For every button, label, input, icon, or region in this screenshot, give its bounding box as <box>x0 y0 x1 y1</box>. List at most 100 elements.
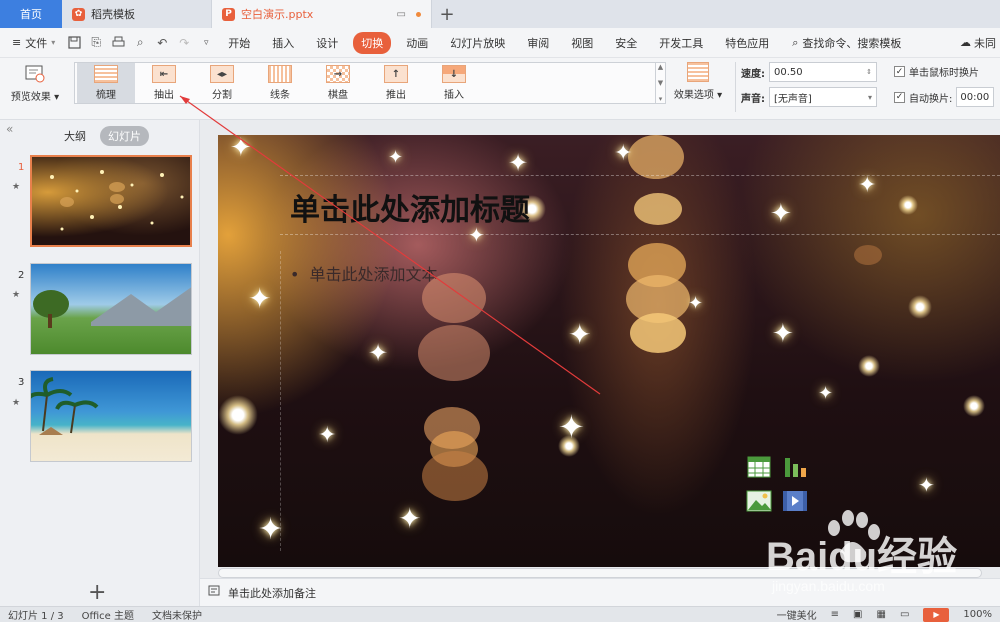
speed-input[interactable]: 00.50 ⇕ <box>769 62 877 82</box>
transition-star-icon: ★ <box>12 182 21 192</box>
spinner-icon[interactable]: ⇕ <box>866 68 872 76</box>
print-icon[interactable] <box>107 32 129 54</box>
effect-push-label: 推出 <box>386 90 406 101</box>
sparkle-pattern-icon <box>50 170 184 231</box>
on-click-checkbox[interactable]: ✓ <box>894 66 905 77</box>
effect-insert-label: 插入 <box>444 90 464 101</box>
play-slideshow-button[interactable]: ▶ <box>923 607 950 622</box>
auto-advance-label: 自动换片: <box>909 93 953 105</box>
notes-bar[interactable]: 单击此处添加备注 <box>200 578 1000 606</box>
theme-name[interactable]: Office 主题 <box>82 607 134 622</box>
sparkle-decoration: ✦ <box>248 282 272 315</box>
expand-icon[interactable]: ▾ <box>659 95 663 103</box>
slide-title-placeholder[interactable]: 单击此处添加标题 <box>290 185 530 229</box>
lines-icon <box>268 65 292 83</box>
tab-document-label: 空白演示.pptx <box>241 8 314 21</box>
slide-thumbnail-1[interactable] <box>30 155 192 247</box>
menu-animation[interactable]: 动画 <box>395 35 439 51</box>
sound-select[interactable]: [无声音] ▾ <box>769 87 877 107</box>
bokeh-decoration <box>628 135 684 179</box>
auto-advance-time[interactable]: 00:00 <box>956 87 995 107</box>
zoom-level[interactable]: 100% <box>963 609 992 620</box>
cloud-icon: ☁ <box>960 36 971 49</box>
slide-body-placeholder[interactable]: • 单击此处添加文本 <box>290 261 437 285</box>
menu-start[interactable]: 开始 <box>217 35 261 51</box>
scroll-down-icon[interactable]: ▼ <box>658 79 663 87</box>
auto-advance-checkbox[interactable]: ✓ <box>894 91 905 103</box>
reading-view-icon[interactable]: ▭ <box>900 609 909 620</box>
pull-icon: ⇤ <box>152 65 176 83</box>
normal-view-icon[interactable]: ▣ <box>853 609 862 620</box>
cloud-sync[interactable]: ☁ 未同 <box>960 35 1000 51</box>
menu-transition[interactable]: 切换 <box>353 31 392 54</box>
command-search[interactable]: ⌕ 查找命令、搜索模板 <box>792 35 901 51</box>
effect-split[interactable]: ◂▸ 分割 <box>193 63 251 103</box>
print-preview-icon[interactable]: ⌕ <box>129 32 151 54</box>
tab-outline[interactable]: 大纲 <box>56 126 94 146</box>
effect-comb[interactable]: 梳理 <box>77 63 135 103</box>
transition-ribbon: 预览效果 ▾ 梳理 ⇤ 抽出 ◂▸ 分割 线条 → 棋盘 ↑ 推出 ↓ 插入 ▲… <box>0 58 1000 120</box>
speed-value: 00.50 <box>774 66 803 78</box>
unsaved-dot-icon <box>416 11 421 17</box>
slide-thumbnail-2[interactable] <box>30 263 192 355</box>
add-slide-button[interactable]: + <box>88 580 106 605</box>
preview-effect-button[interactable]: 预览效果 ▾ <box>6 64 64 112</box>
effect-insert[interactable]: ↓ 插入 <box>425 63 483 103</box>
chevron-down-icon: ▾ <box>51 38 56 47</box>
window-icon[interactable]: ▭ <box>397 9 406 20</box>
file-menu[interactable]: ≡ 文件 ▾ <box>12 35 55 51</box>
beautify-button[interactable]: 一键美化 <box>777 607 817 622</box>
gallery-scrollbar[interactable]: ▲ ▼ ▾ <box>655 63 665 103</box>
effect-push[interactable]: ↑ 推出 <box>367 63 425 103</box>
sparkle-decoration: ✦ <box>230 135 252 163</box>
notes-placeholder: 单击此处添加备注 <box>228 586 316 600</box>
menu-review[interactable]: 审阅 <box>516 35 560 51</box>
command-search-label: 查找命令、搜索模板 <box>802 36 902 50</box>
menu-insert[interactable]: 插入 <box>261 35 305 51</box>
undo-icon[interactable]: ↶ <box>151 32 173 54</box>
slide-canvas: ✦ ✦ ✦ ✦ ✦ ✦ ✦ ✦ ✦ ✦ ✦ ✦ ✦ ✦ ✦ ✦ ✦ ✦ 单击此处… <box>200 120 1000 578</box>
slide-thumbnail-3[interactable] <box>30 370 192 462</box>
menu-security[interactable]: 安全 <box>604 35 648 51</box>
sound-row: 声音: [无声音] ▾ <box>741 87 877 107</box>
push-icon: ↑ <box>384 65 408 83</box>
scroll-up-icon[interactable]: ▲ <box>658 63 663 71</box>
tab-template[interactable]: ✿ 稻壳模板 <box>62 0 212 28</box>
docer-icon: ✿ <box>72 7 85 21</box>
save-icon[interactable] <box>63 32 85 54</box>
tab-home[interactable]: 首页 <box>0 0 62 28</box>
export-icon[interactable]: ⎘ <box>85 32 107 54</box>
body-placeholder-frame[interactable] <box>280 251 1000 551</box>
menu-developer[interactable]: 开发工具 <box>648 35 714 51</box>
tab-bar: 首页 ✿ 稻壳模板 P 空白演示.pptx ▭ + <box>0 0 1000 28</box>
horizontal-scrollbar[interactable] <box>218 568 982 578</box>
customize-chevron-icon[interactable]: ▿ <box>195 32 217 54</box>
menu-features[interactable]: 特色应用 <box>714 35 780 51</box>
insert-video-icon[interactable] <box>782 489 808 513</box>
file-menu-label: 文件 <box>25 36 48 50</box>
insert-table-icon[interactable] <box>746 455 772 479</box>
document-protection[interactable]: 文档未保护 <box>152 607 202 622</box>
ribbon-divider <box>735 62 736 112</box>
current-slide[interactable]: ✦ ✦ ✦ ✦ ✦ ✦ ✦ ✦ ✦ ✦ ✦ ✦ ✦ ✦ ✦ ✦ ✦ ✦ 单击此处… <box>218 135 1000 567</box>
insert-picture-icon[interactable] <box>746 489 772 513</box>
notes-view-icon[interactable]: ≡ <box>831 609 839 620</box>
effect-checkerboard[interactable]: → 棋盘 <box>309 63 367 103</box>
tab-slides[interactable]: 幻灯片 <box>100 126 149 146</box>
menu-design[interactable]: 设计 <box>305 35 349 51</box>
effect-options-button[interactable]: 效果选项 ▾ <box>668 62 728 110</box>
menu-slideshow[interactable]: 幻灯片放映 <box>439 35 516 51</box>
sorter-view-icon[interactable]: ▦ <box>877 609 886 620</box>
insert-chart-icon[interactable] <box>782 455 808 479</box>
effect-pull[interactable]: ⇤ 抽出 <box>135 63 193 103</box>
menu-view[interactable]: 视图 <box>560 35 604 51</box>
redo-icon[interactable]: ↷ <box>173 32 195 54</box>
pptx-file-icon: P <box>222 7 235 21</box>
effect-lines[interactable]: 线条 <box>251 63 309 103</box>
slide-panel: « 大纲 幻灯片 1 ★ 2 ★ 3 ★ + <box>0 120 200 606</box>
new-tab-button[interactable]: + <box>432 0 462 28</box>
tab-document[interactable]: P 空白演示.pptx ▭ <box>212 0 432 28</box>
on-click-label: 单击鼠标时换片 <box>909 68 979 79</box>
effect-comb-label: 梳理 <box>96 90 116 101</box>
on-click-row: ✓ 单击鼠标时换片 <box>894 64 979 79</box>
